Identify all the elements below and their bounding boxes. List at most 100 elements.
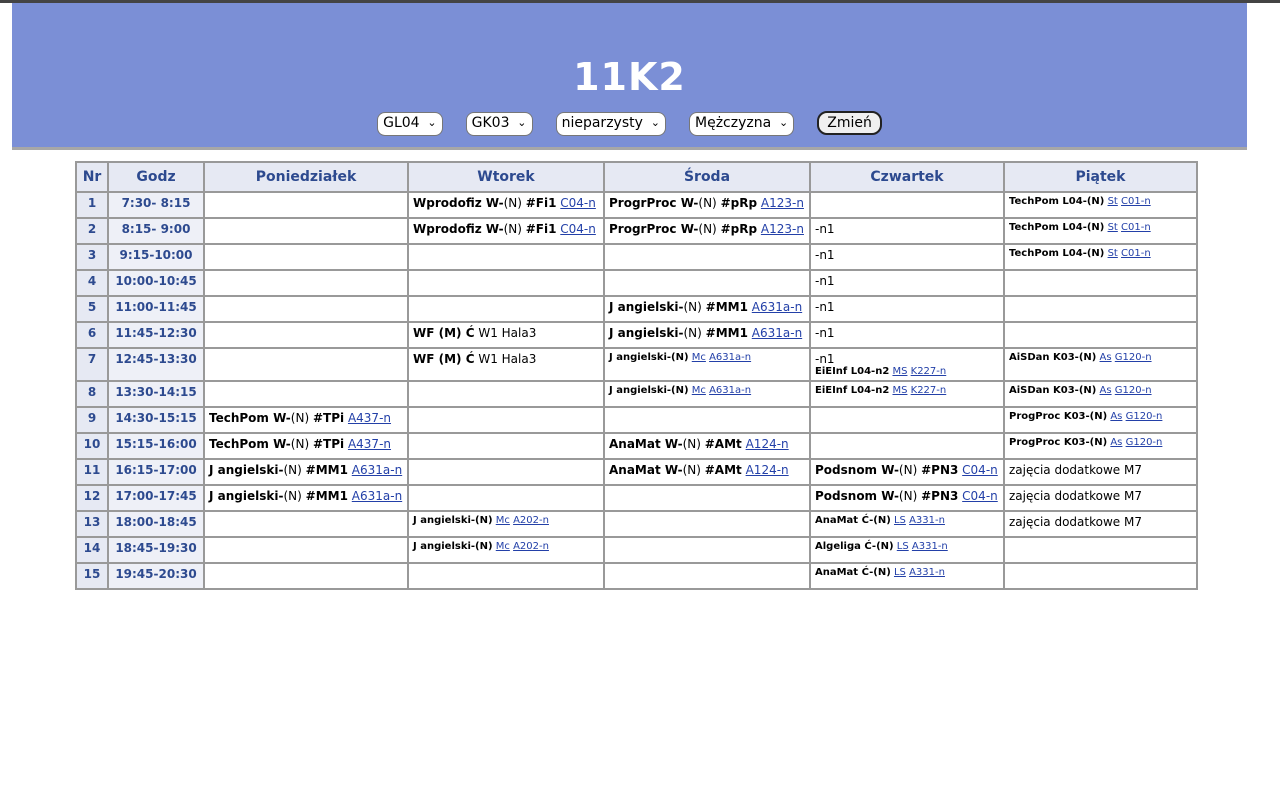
teacher-link[interactable]: Mc <box>692 385 706 396</box>
cell-tue: J angielski-(N) Mc A202-n <box>407 510 605 538</box>
cell-tue: Wprodofiz W-(N) #Fi1 C04-n <box>407 191 605 219</box>
cell-mon <box>203 347 409 382</box>
cell-thu: -n1 <box>809 243 1005 271</box>
select-gender[interactable]: Mężczyzna ⌄ <box>689 112 795 136</box>
row-time: 19:45-20:30 <box>107 562 205 590</box>
room-link[interactable]: A331-n <box>909 515 945 526</box>
subject: J angielski-(N) <box>609 385 689 396</box>
teacher-link[interactable]: LS <box>894 515 906 526</box>
select-lab-group[interactable]: GL04 ⌄ <box>377 112 443 136</box>
second-entry: EiEInf L04-n2 MS K227-n <box>815 366 999 377</box>
group: #TPi <box>312 437 345 451</box>
subject: Algeliga Ć-(N) <box>815 541 894 552</box>
subject: AnaMat Ć-(N) <box>815 567 891 578</box>
header-sroda: Środa <box>603 161 811 193</box>
row-nr: 5 <box>75 295 109 323</box>
table-row: 12 17:00-17:45 J angielski-(N) #MM1 A631… <box>75 484 1198 512</box>
cell-tue <box>407 269 605 297</box>
row-time: 8:15- 9:00 <box>107 217 205 245</box>
row-nr: 8 <box>75 380 109 408</box>
room-link[interactable]: C01-n <box>1121 248 1151 259</box>
header-banner: 11K2 GL04 ⌄ GK03 ⌄ nieparzysty ⌄ Mężczyzna ⌄… <box>12 3 1247 150</box>
subject: ProgProc K03-(N) <box>1009 437 1108 448</box>
row-time: 10:00-10:45 <box>107 269 205 297</box>
room-link[interactable]: G120-n <box>1126 411 1163 422</box>
row-time: 13:30-14:15 <box>107 380 205 408</box>
select-value: GK03 <box>471 115 510 131</box>
cell-thu: -n1 <box>809 217 1005 245</box>
room-link[interactable]: K227-n <box>911 366 947 377</box>
room-link[interactable]: G120-n <box>1126 437 1163 448</box>
cell-mon: J angielski-(N) #MM1 A631a-n <box>203 458 409 486</box>
teacher-link[interactable]: As <box>1100 352 1112 363</box>
room-link[interactable]: A124-n <box>746 463 789 477</box>
room-link[interactable]: G120-n <box>1115 385 1152 396</box>
table-row: 13 18:00-18:45 J angielski-(N) Mc A202-n… <box>75 510 1198 538</box>
row-nr: 3 <box>75 243 109 271</box>
table-row: 3 9:15-10:00 -n1 TechPom L04-(N) St C01-… <box>75 243 1198 271</box>
teacher-link[interactable]: LS <box>897 541 909 552</box>
teacher-link[interactable]: As <box>1110 411 1122 422</box>
room-link[interactable]: A631a-n <box>352 463 402 477</box>
room-link[interactable]: A331-n <box>909 567 945 578</box>
room-link[interactable]: C04-n <box>560 196 596 210</box>
select-class-group[interactable]: GK03 ⌄ <box>465 112 533 136</box>
table-row: 4 10:00-10:45 -n1 <box>75 269 1198 297</box>
room-link[interactable]: C04-n <box>962 489 998 503</box>
room-link[interactable]: C04-n <box>560 222 596 236</box>
room-link[interactable]: A631a-n <box>709 385 751 396</box>
subject: ProgrProc W- <box>609 196 699 210</box>
room-link[interactable]: A631a-n <box>709 352 751 363</box>
group: #AMt <box>704 437 742 451</box>
cell-mon <box>203 191 409 219</box>
teacher-link[interactable]: St <box>1108 196 1118 207</box>
room-link[interactable]: A202-n <box>513 541 549 552</box>
teacher-link[interactable]: MS <box>892 366 907 377</box>
room-link[interactable]: G120-n <box>1115 352 1152 363</box>
class-type: (N) <box>283 463 302 477</box>
room-link[interactable]: A124-n <box>746 437 789 451</box>
teacher-link[interactable]: St <box>1108 248 1118 259</box>
room-link[interactable]: A123-n <box>761 196 804 210</box>
room-link[interactable]: A437-n <box>348 411 391 425</box>
room-link[interactable]: A631a-n <box>752 326 802 340</box>
group: #Fi1 <box>525 196 557 210</box>
teacher-link[interactable]: Mc <box>692 352 706 363</box>
cell-thu: EiEInf L04-n2 MS K227-n <box>809 380 1005 408</box>
row-nr: 13 <box>75 510 109 538</box>
row-time: 18:00-18:45 <box>107 510 205 538</box>
place: W1 Hala3 <box>478 352 537 366</box>
room-link[interactable]: A331-n <box>912 541 948 552</box>
cell-mon <box>203 217 409 245</box>
cell-tue: J angielski-(N) Mc A202-n <box>407 536 605 564</box>
teacher-link[interactable]: Mc <box>496 541 510 552</box>
teacher-link[interactable]: MS <box>892 385 907 396</box>
group: #pRp <box>720 196 758 210</box>
room-link[interactable]: C01-n <box>1121 222 1151 233</box>
select-week-parity[interactable]: nieparzysty ⌄ <box>555 112 666 136</box>
room-link[interactable]: C01-n <box>1121 196 1151 207</box>
subject: AnaMat Ć-(N) <box>815 515 891 526</box>
teacher-link[interactable]: As <box>1100 385 1112 396</box>
group: #pRp <box>720 222 758 236</box>
change-button[interactable]: Zmień <box>817 111 882 135</box>
cell-fri <box>1003 321 1198 349</box>
room-link[interactable]: A202-n <box>513 515 549 526</box>
cell-fri: ProgProc K03-(N) As G120-n <box>1003 406 1198 434</box>
room-link[interactable]: A631a-n <box>752 300 802 314</box>
cell-thu <box>809 191 1005 219</box>
room-link[interactable]: A631a-n <box>352 489 402 503</box>
room-link[interactable]: C04-n <box>962 463 998 477</box>
teacher-link[interactable]: As <box>1110 437 1122 448</box>
teacher-link[interactable]: Mc <box>496 515 510 526</box>
room-link[interactable]: A123-n <box>761 222 804 236</box>
room-link[interactable]: A437-n <box>348 437 391 451</box>
cell-fri: ProgProc K03-(N) As G120-n <box>1003 432 1198 460</box>
teacher-link[interactable]: St <box>1108 222 1118 233</box>
room-link[interactable]: K227-n <box>911 385 947 396</box>
teacher-link[interactable]: LS <box>894 567 906 578</box>
subject: J angielski-(N) <box>413 515 493 526</box>
class-type: (N) <box>503 222 522 236</box>
subject: AiSDan K03-(N) <box>1009 385 1097 396</box>
cell-wed: ProgrProc W-(N) #pRp A123-n <box>603 217 811 245</box>
